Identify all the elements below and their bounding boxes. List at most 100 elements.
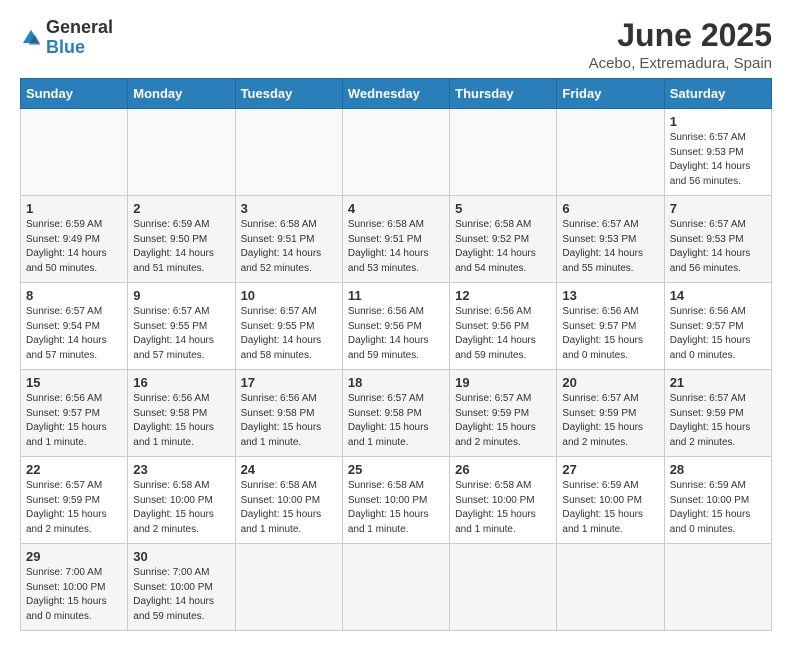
day-details: Sunrise: 6:59 AM Sunset: 9:49 PM Dayligh…	[26, 218, 122, 276]
calendar-day-cell: 5Sunrise: 6:58 AM Sunset: 9:52 PM Daylig…	[450, 196, 557, 283]
day-number: 21	[670, 375, 766, 390]
logo: General Blue	[20, 18, 113, 58]
day-number: 13	[562, 288, 658, 303]
day-details: Sunrise: 6:56 AM Sunset: 9:58 PM Dayligh…	[241, 392, 337, 450]
day-of-week-header: Saturday	[664, 79, 771, 109]
calendar-day-cell: 21 Sunrise: 6:57 AM Sunset: 9:59 PM Dayli…	[664, 370, 771, 457]
day-number: 11	[348, 288, 444, 303]
day-number: 20	[562, 375, 658, 390]
calendar-day-cell	[21, 109, 128, 196]
day-details: Sunrise: 6:57 AM Sunset: 9:58 PM Dayligh…	[348, 392, 444, 450]
day-number: 24	[241, 462, 337, 477]
calendar-day-cell	[557, 109, 664, 196]
day-number: 16	[133, 375, 229, 390]
day-details: Sunrise: 6:59 AM Sunset: 10:00 PM Daylig…	[562, 479, 658, 537]
calendar-day-cell	[557, 544, 664, 631]
calendar-day-cell: 27 Sunrise: 6:59 AM Sunset: 10:00 PM Dayl…	[557, 457, 664, 544]
day-number: 25	[348, 462, 444, 477]
calendar-day-cell: 14Sunrise: 6:56 AM Sunset: 9:57 PM Dayli…	[664, 283, 771, 370]
day-number: 10	[241, 288, 337, 303]
calendar-day-cell: 4 Sunrise: 6:58 AM Sunset: 9:51 PM Daylig…	[342, 196, 449, 283]
day-of-week-header: Wednesday	[342, 79, 449, 109]
day-number: 7	[670, 201, 766, 216]
day-details: Sunrise: 6:57 AM Sunset: 9:53 PM Dayligh…	[670, 218, 766, 276]
page-header: General Blue June 2025 Acebo, Extremadur…	[20, 18, 772, 72]
day-details: Sunrise: 6:58 AM Sunset: 10:00 PM Daylig…	[241, 479, 337, 537]
day-details: Sunrise: 6:59 AM Sunset: 10:00 PM Daylig…	[670, 479, 766, 537]
day-details: Sunrise: 6:57 AM Sunset: 9:55 PM Dayligh…	[133, 305, 229, 363]
calendar-day-cell: 9 Sunrise: 6:57 AM Sunset: 9:55 PM Daylig…	[128, 283, 235, 370]
day-number: 6	[562, 201, 658, 216]
day-details: Sunrise: 6:58 AM Sunset: 9:51 PM Dayligh…	[348, 218, 444, 276]
logo-general: General	[46, 17, 113, 37]
day-details: Sunrise: 6:58 AM Sunset: 10:00 PM Daylig…	[455, 479, 551, 537]
day-number: 18	[348, 375, 444, 390]
calendar-day-cell: 20 Sunrise: 6:57 AM Sunset: 9:59 PM Dayli…	[557, 370, 664, 457]
day-details: Sunrise: 6:56 AM Sunset: 9:57 PM Dayligh…	[26, 392, 122, 450]
day-number: 5	[455, 201, 551, 216]
calendar-day-cell: 29Sunrise: 7:00 AM Sunset: 10:00 PM Dayl…	[21, 544, 128, 631]
calendar-day-cell	[128, 109, 235, 196]
location-title: Acebo, Extremadura, Spain	[589, 55, 772, 72]
calendar-day-cell: 25 Sunrise: 6:58 AM Sunset: 10:00 PM Dayl…	[342, 457, 449, 544]
day-details: Sunrise: 6:56 AM Sunset: 9:57 PM Dayligh…	[670, 305, 766, 363]
calendar-day-cell: 13Sunrise: 6:56 AM Sunset: 9:57 PM Dayli…	[557, 283, 664, 370]
calendar-day-cell: 19Sunrise: 6:57 AM Sunset: 9:59 PM Dayli…	[450, 370, 557, 457]
calendar-day-cell: 23Sunrise: 6:58 AM Sunset: 10:00 PM Dayl…	[128, 457, 235, 544]
calendar-table: SundayMondayTuesdayWednesdayThursdayFrid…	[20, 78, 772, 631]
calendar-week-row: 22 Sunrise: 6:57 AM Sunset: 9:59 PM Dayli…	[21, 457, 772, 544]
day-number: 22	[26, 462, 122, 477]
logo-text: General Blue	[46, 18, 113, 58]
logo-icon	[20, 27, 42, 49]
calendar-day-cell	[235, 109, 342, 196]
day-number: 29	[26, 549, 122, 564]
day-number: 28	[670, 462, 766, 477]
day-number: 15	[26, 375, 122, 390]
calendar-day-cell: 24 Sunrise: 6:58 AM Sunset: 10:00 PM Dayl…	[235, 457, 342, 544]
day-of-week-header: Sunday	[21, 79, 128, 109]
day-number: 30	[133, 549, 229, 564]
day-number: 1	[26, 201, 122, 216]
calendar-day-cell: 1Sunrise: 6:57 AM Sunset: 9:53 PM Daylig…	[664, 109, 771, 196]
title-block: June 2025 Acebo, Extremadura, Spain	[589, 18, 772, 72]
calendar-day-cell: 30Sunrise: 7:00 AM Sunset: 10:00 PM Dayl…	[128, 544, 235, 631]
day-number: 27	[562, 462, 658, 477]
day-details: Sunrise: 6:56 AM Sunset: 9:56 PM Dayligh…	[455, 305, 551, 363]
calendar-day-cell: 22 Sunrise: 6:57 AM Sunset: 9:59 PM Dayli…	[21, 457, 128, 544]
day-number: 2	[133, 201, 229, 216]
logo-blue: Blue	[46, 37, 85, 57]
calendar-day-cell: 8 Sunrise: 6:57 AM Sunset: 9:54 PM Daylig…	[21, 283, 128, 370]
day-details: Sunrise: 6:57 AM Sunset: 9:53 PM Dayligh…	[562, 218, 658, 276]
day-details: Sunrise: 6:58 AM Sunset: 9:51 PM Dayligh…	[241, 218, 337, 276]
calendar-day-cell: 2Sunrise: 6:59 AM Sunset: 9:50 PM Daylig…	[128, 196, 235, 283]
calendar-day-cell	[235, 544, 342, 631]
calendar-day-cell: 16 Sunrise: 6:56 AM Sunset: 9:58 PM Dayli…	[128, 370, 235, 457]
calendar-day-cell: 17 Sunrise: 6:56 AM Sunset: 9:58 PM Dayli…	[235, 370, 342, 457]
day-number: 17	[241, 375, 337, 390]
day-details: Sunrise: 6:56 AM Sunset: 9:58 PM Dayligh…	[133, 392, 229, 450]
calendar-day-cell	[450, 544, 557, 631]
day-details: Sunrise: 6:57 AM Sunset: 9:59 PM Dayligh…	[562, 392, 658, 450]
day-details: Sunrise: 6:57 AM Sunset: 9:54 PM Dayligh…	[26, 305, 122, 363]
calendar-day-cell: 11Sunrise: 6:56 AM Sunset: 9:56 PM Dayli…	[342, 283, 449, 370]
day-number: 8	[26, 288, 122, 303]
day-of-week-header: Thursday	[450, 79, 557, 109]
calendar-week-row: 1Sunrise: 6:57 AM Sunset: 9:53 PM Daylig…	[21, 109, 772, 196]
day-number: 9	[133, 288, 229, 303]
day-details: Sunrise: 6:58 AM Sunset: 10:00 PM Daylig…	[133, 479, 229, 537]
day-details: Sunrise: 6:57 AM Sunset: 9:59 PM Dayligh…	[26, 479, 122, 537]
day-number: 4	[348, 201, 444, 216]
calendar-day-cell: 15 Sunrise: 6:56 AM Sunset: 9:57 PM Dayli…	[21, 370, 128, 457]
calendar-day-cell: 28 Sunrise: 6:59 AM Sunset: 10:00 PM Dayl…	[664, 457, 771, 544]
day-of-week-header: Monday	[128, 79, 235, 109]
day-number: 3	[241, 201, 337, 216]
calendar-day-cell	[664, 544, 771, 631]
calendar-week-row: 15 Sunrise: 6:56 AM Sunset: 9:57 PM Dayli…	[21, 370, 772, 457]
calendar-day-cell: 10 Sunrise: 6:57 AM Sunset: 9:55 PM Dayli…	[235, 283, 342, 370]
day-details: Sunrise: 6:57 AM Sunset: 9:55 PM Dayligh…	[241, 305, 337, 363]
day-details: Sunrise: 6:57 AM Sunset: 9:59 PM Dayligh…	[670, 392, 766, 450]
day-details: Sunrise: 6:57 AM Sunset: 9:59 PM Dayligh…	[455, 392, 551, 450]
calendar-day-cell: 7 Sunrise: 6:57 AM Sunset: 9:53 PM Daylig…	[664, 196, 771, 283]
day-details: Sunrise: 6:58 AM Sunset: 10:00 PM Daylig…	[348, 479, 444, 537]
day-details: Sunrise: 6:57 AM Sunset: 9:53 PM Dayligh…	[670, 131, 766, 189]
